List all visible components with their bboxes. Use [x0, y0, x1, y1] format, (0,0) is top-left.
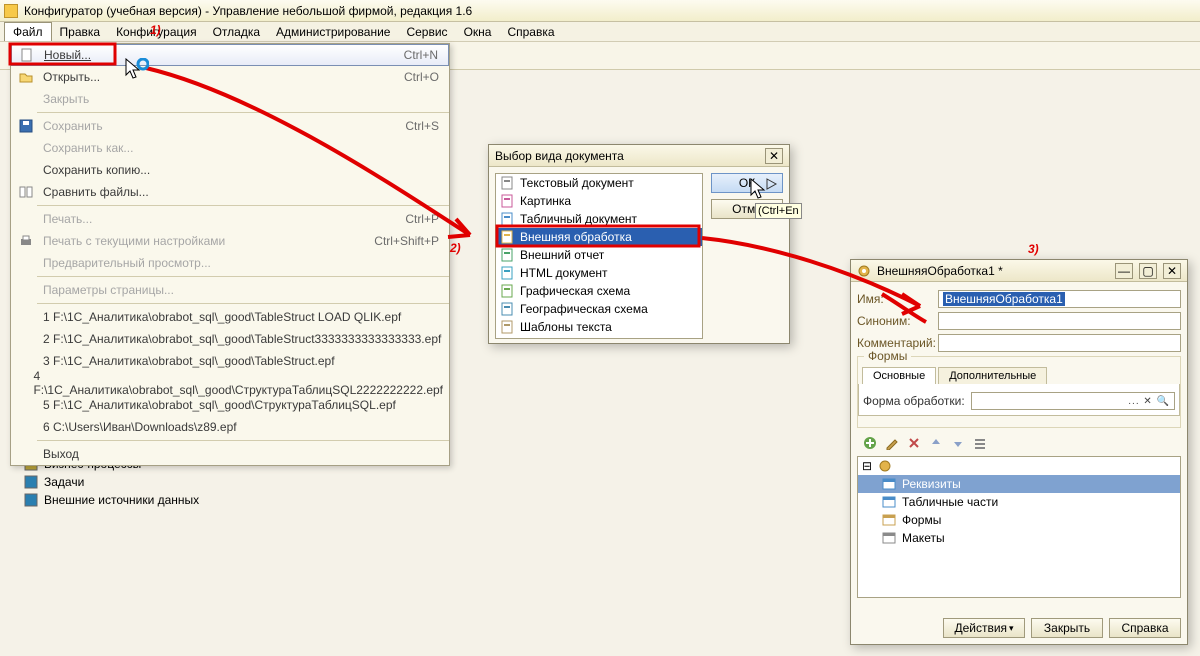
synonym-input[interactable] — [938, 312, 1181, 330]
forms-group-title: Формы — [864, 349, 911, 363]
doc-type-item[interactable]: Текстовый документ — [496, 174, 702, 192]
help-button[interactable]: Справка — [1109, 618, 1181, 638]
field-name-row: Имя: ВнешняяОбработка1 — [857, 288, 1181, 310]
file-menu-item[interactable]: 6 C:\Users\Иван\Downloads\z89.epf — [11, 416, 449, 438]
synonym-label: Синоним: — [857, 314, 932, 328]
menu-help[interactable]: Справка — [499, 23, 562, 41]
name-label: Имя: — [857, 292, 932, 306]
name-input[interactable]: ВнешняяОбработка1 — [938, 290, 1181, 308]
menu-debug[interactable]: Отладка — [205, 23, 268, 41]
edit-icon[interactable] — [883, 434, 901, 452]
menubar: Файл Правка Конфигурация Отладка Админис… — [0, 22, 1200, 42]
prop-toolbar — [857, 430, 1181, 456]
tree-item[interactable]: Внешние источники данных — [6, 491, 336, 509]
tab-extra[interactable]: Дополнительные — [938, 367, 1047, 384]
ok-label: ОК — [739, 176, 755, 190]
menu-config[interactable]: Конфигурация — [108, 23, 205, 41]
dialog-titlebar[interactable]: ВнешняяОбработка1 * — ▢ ✕ — [851, 260, 1187, 282]
name-value: ВнешняяОбработка1 — [943, 292, 1065, 306]
sort-icon[interactable] — [971, 434, 989, 452]
doc-type-item[interactable]: HTML документ — [496, 264, 702, 282]
file-menu-item[interactable]: Печать...Ctrl+P — [11, 208, 449, 230]
file-menu-item[interactable]: 2 F:\1C_Аналитика\obrabot_sql\_good\Tabl… — [11, 328, 449, 350]
ok-button[interactable]: ОК — [711, 173, 783, 193]
doc-type-item[interactable]: Внешняя обработка — [496, 228, 702, 246]
prop-tree-item[interactable]: Макеты — [858, 529, 1180, 547]
doc-type-list[interactable]: Текстовый документКартинкаТабличный доку… — [495, 173, 703, 339]
dialog-title: ВнешняяОбработка1 * — [877, 264, 1003, 278]
annotation-2: 2) — [449, 241, 461, 255]
doc-type-item[interactable]: Внешний отчет — [496, 246, 702, 264]
menu-file[interactable]: Файл — [4, 22, 52, 41]
shortcut-tooltip: (Ctrl+En — [755, 203, 802, 219]
file-menu-item[interactable]: Закрыть — [11, 88, 449, 110]
file-menu-item[interactable]: Открыть...Ctrl+O — [11, 66, 449, 88]
doc-type-item[interactable]: Графическая схема — [496, 282, 702, 300]
menu-edit[interactable]: Правка — [52, 23, 109, 41]
menu-windows[interactable]: Окна — [456, 23, 500, 41]
doc-type-item[interactable]: Табличный документ — [496, 210, 702, 228]
file-menu-dropdown: Новый...Ctrl+NОткрыть...Ctrl+OЗакрыть Сох… — [10, 43, 450, 466]
add-icon[interactable] — [861, 434, 879, 452]
field-synonym-row: Синоним: — [857, 310, 1181, 332]
external-processing-dialog: ВнешняяОбработка1 * — ▢ ✕ Имя: ВнешняяОб… — [850, 259, 1188, 645]
window-titlebar: Конфигуратор (учебная версия) - Управлен… — [0, 0, 1200, 22]
window-title: Конфигуратор (учебная версия) - Управлен… — [24, 4, 472, 18]
annotation-3: 3) — [1028, 242, 1039, 256]
dialog-titlebar[interactable]: Выбор вида документа ✕ — [489, 145, 789, 167]
close-icon[interactable]: ✕ — [1163, 263, 1181, 279]
delete-icon[interactable] — [905, 434, 923, 452]
actions-button[interactable]: Действия▾ — [943, 618, 1025, 638]
file-menu-item[interactable]: Сохранить копию... — [11, 159, 449, 181]
tree-item[interactable]: Задачи — [6, 473, 336, 491]
doc-type-item[interactable]: Шаблоны текста — [496, 318, 702, 336]
doc-type-dialog: Выбор вида документа ✕ Текстовый докумен… — [488, 144, 790, 344]
tab-main[interactable]: Основные — [862, 367, 936, 384]
dialog-title: Выбор вида документа — [495, 149, 624, 163]
file-menu-item[interactable]: Параметры страницы... — [11, 279, 449, 301]
file-menu-item[interactable]: Предварительный просмотр... — [11, 252, 449, 274]
file-menu-item[interactable]: Печать с текущими настройкамиCtrl+Shift+… — [11, 230, 449, 252]
comment-input[interactable] — [938, 334, 1181, 352]
file-menu-item[interactable]: Сохранить как... — [11, 137, 449, 159]
close-icon[interactable]: ✕ — [765, 148, 783, 164]
file-menu-item[interactable]: Выход — [11, 443, 449, 465]
file-menu-item[interactable]: Новый...Ctrl+N — [11, 44, 449, 66]
file-menu-item[interactable]: 4 F:\1C_Аналитика\obrabot_sql\_good\Стру… — [11, 372, 449, 394]
doc-type-item[interactable]: Географическая схема — [496, 300, 702, 318]
form-select-label: Форма обработки: — [863, 394, 965, 408]
move-up-icon[interactable] — [927, 434, 945, 452]
minimize-icon[interactable]: — — [1115, 263, 1133, 279]
file-menu-item[interactable]: СохранитьCtrl+S — [11, 115, 449, 137]
prop-tree-item[interactable]: Реквизиты — [858, 475, 1180, 493]
close-button[interactable]: Закрыть — [1031, 618, 1103, 638]
prop-tree-item[interactable]: Табличные части — [858, 493, 1180, 511]
file-menu-item[interactable]: Сравнить файлы... — [11, 181, 449, 203]
file-menu-item[interactable]: 5 F:\1C_Аналитика\obrabot_sql\_good\Стру… — [11, 394, 449, 416]
maximize-icon[interactable]: ▢ — [1139, 263, 1157, 279]
menu-service[interactable]: Сервис — [398, 23, 455, 41]
gear-icon — [857, 264, 871, 278]
comment-label: Комментарий: — [857, 336, 932, 350]
prop-tree[interactable]: ⊟РеквизитыТабличные частиФормыМакеты — [857, 456, 1181, 598]
file-menu-item[interactable]: 1 F:\1C_Аналитика\obrabot_sql\_good\Tabl… — [11, 306, 449, 328]
form-select-input[interactable]: ... ✕ 🔍 — [971, 392, 1175, 410]
menu-admin[interactable]: Администрирование — [268, 23, 398, 41]
move-down-icon[interactable] — [949, 434, 967, 452]
prop-tree-item[interactable]: Формы — [858, 511, 1180, 529]
doc-type-item[interactable]: Картинка — [496, 192, 702, 210]
app-icon — [4, 4, 18, 18]
